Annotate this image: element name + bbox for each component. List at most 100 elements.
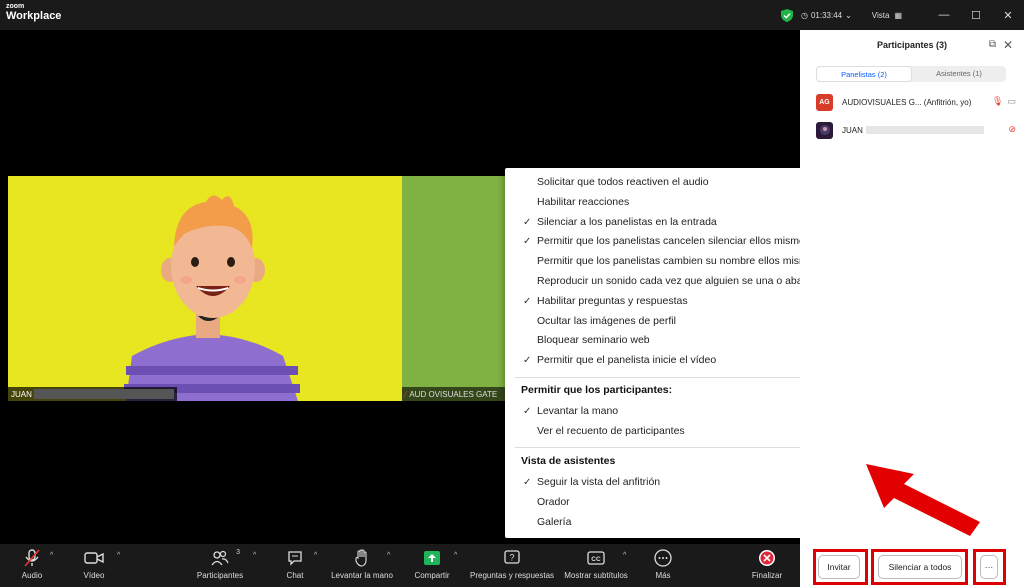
video-button[interactable]: Vídeo xyxy=(76,549,112,580)
timer-text: 01:33:44 xyxy=(810,10,843,20)
audio-label: Audio xyxy=(21,571,43,580)
video-tile-audiovisuales[interactable]: ⁄ AUD OVISUALES GATE xyxy=(402,176,512,401)
panel-tabs: Panelistas (2) Asistentes (1) xyxy=(816,66,1006,82)
captions-label: Mostrar subtítulos xyxy=(564,571,628,580)
minimize-button[interactable]: — xyxy=(928,9,960,21)
avatar-illustration xyxy=(124,195,300,401)
share-options-caret[interactable]: ^ xyxy=(454,552,457,559)
close-icon[interactable]: ✕ xyxy=(1003,38,1013,52)
avatar: AG xyxy=(816,93,833,111)
checkmark-icon: ✓ xyxy=(523,477,532,488)
security-shield-icon[interactable] xyxy=(780,8,793,22)
more-button[interactable]: Más xyxy=(648,549,678,580)
participants-options-caret[interactable]: ^ xyxy=(253,552,256,559)
meeting-timer[interactable]: ◷ 01:33:44 ⌄ xyxy=(801,11,852,20)
menu-item-label: Galería xyxy=(537,515,572,528)
menu-item-label: Levantar la mano xyxy=(537,405,619,417)
checkmark-icon: ✓ xyxy=(523,406,532,417)
close-window-button[interactable]: ✕ xyxy=(992,9,1024,22)
participant-name-tag: ⁄ AUD OVISUALES GATE xyxy=(402,387,512,401)
audio-button[interactable]: Audio xyxy=(14,549,50,580)
highlight-box-more xyxy=(973,549,1006,585)
menu-item-label: Orador xyxy=(537,495,570,508)
more-label: Más xyxy=(655,571,671,580)
annotation-arrow xyxy=(866,464,980,536)
hand-icon xyxy=(355,549,367,567)
redacted-name xyxy=(33,389,174,399)
menu-item-label: Solicitar que todos reactiven el audio xyxy=(537,176,709,188)
logo-big-text: Workplace xyxy=(6,10,62,22)
qa-icon: ? xyxy=(504,550,520,564)
checkmark-icon: ✓ xyxy=(523,216,532,228)
chat-icon xyxy=(288,551,302,566)
video-options-caret[interactable]: ^ xyxy=(117,552,120,559)
highlight-box-mute-all xyxy=(871,549,968,585)
mic-muted-icon xyxy=(24,549,40,567)
menu-item-label: Reproducir un sonido cada vez que alguie… xyxy=(537,275,832,287)
svg-text:?: ? xyxy=(509,553,514,563)
chevron-down-icon: ⌄ xyxy=(845,10,852,20)
participant-row[interactable]: AG AUDIOVISUALES G... (Anfitrión, yo) 🎙 … xyxy=(816,93,1016,111)
end-label: Finalizar xyxy=(751,571,783,580)
mic-muted-icon: ⁄ xyxy=(405,389,407,399)
clock-icon: ◷ xyxy=(800,10,808,20)
participant-name: AUDIOVISUALES G... (Anfitrión, yo) xyxy=(842,97,972,107)
checkmark-icon: ✓ xyxy=(523,295,532,307)
video-label: Vídeo xyxy=(83,571,105,580)
end-button[interactable]: Finalizar xyxy=(748,549,786,580)
chat-options-caret[interactable]: ^ xyxy=(314,552,317,559)
share-button[interactable]: Compartir xyxy=(412,549,452,580)
zoom-window: zoom Workplace ◷ 01:33:44 ⌄ Vista ▦ — ☐ … xyxy=(0,0,1024,587)
view-label: Vista xyxy=(871,10,890,20)
menu-item-label: Permitir que los panelistas cancelen sil… xyxy=(537,235,811,248)
mic-muted-icon[interactable]: 🎙 xyxy=(992,96,1003,107)
tab-panelists[interactable]: Panelistas (2) xyxy=(816,66,912,82)
video-off-icon[interactable]: ⊘ xyxy=(1008,124,1016,135)
menu-item-label: Seguir la vista del anfitrión xyxy=(537,476,661,488)
tile-name-text: AUD OVISUALES GATE xyxy=(409,389,498,399)
qa-label: Preguntas y respuestas xyxy=(470,571,555,580)
closed-captions-icon: CC xyxy=(587,551,605,565)
menu-item-label: Ocultar las imágenes de perfil xyxy=(537,314,676,327)
menu-item-label: Habilitar preguntas y respuestas xyxy=(537,294,688,307)
title-bar: zoom Workplace ◷ 01:33:44 ⌄ Vista ▦ — ☐ … xyxy=(0,0,1024,30)
participants-button[interactable]: 3 Participantes xyxy=(192,549,248,580)
menu-section-title: Vista de asistentes xyxy=(521,455,616,467)
menu-item-label: Bloquear seminario web xyxy=(537,334,650,347)
share-label: Compartir xyxy=(414,571,450,580)
view-button[interactable]: Vista ▦ xyxy=(872,11,902,20)
video-camera-icon xyxy=(84,552,104,564)
menu-item-label: Ver el recuento de participantes xyxy=(537,424,685,437)
checkmark-icon: ✓ xyxy=(523,236,532,248)
participants-icon xyxy=(211,550,229,566)
participant-name-tag: JUAN xyxy=(8,387,177,401)
share-screen-icon xyxy=(424,551,440,565)
redacted-name xyxy=(865,126,984,134)
raise-hand-label: Levantar la mano xyxy=(331,571,393,580)
maximize-button[interactable]: ☐ xyxy=(960,9,992,22)
video-camera-icon[interactable]: ▭ xyxy=(1007,96,1016,107)
raise-hand-options-caret[interactable]: ^ xyxy=(387,552,390,559)
participant-name: JUAN xyxy=(842,125,863,135)
app-logo: zoom Workplace xyxy=(6,3,61,22)
tab-attendees[interactable]: Asistentes (1) xyxy=(912,66,1006,82)
raise-hand-button[interactable]: Levantar la mano xyxy=(330,549,394,580)
highlight-box-invite xyxy=(813,549,868,585)
tile-name-text: JUAN xyxy=(11,389,32,399)
menu-section-title: Permitir que los participantes: xyxy=(521,384,673,396)
captions-options-caret[interactable]: ^ xyxy=(623,552,626,559)
end-meeting-icon xyxy=(759,550,775,566)
qa-button[interactable]: ? Preguntas y respuestas xyxy=(470,549,554,580)
chat-button[interactable]: Chat xyxy=(280,549,310,580)
svg-text:CC: CC xyxy=(591,556,601,563)
pop-out-icon[interactable]: ⧉ xyxy=(989,39,996,50)
menu-item-label: Permitir que el panelista inicie el víde… xyxy=(537,354,717,367)
avatar xyxy=(816,121,833,139)
audio-options-caret[interactable]: ^ xyxy=(50,552,53,559)
participants-label: Participantes xyxy=(196,571,244,580)
participant-row[interactable]: JUAN ⊘ xyxy=(816,121,1016,139)
video-tile-juan[interactable]: JUAN xyxy=(8,176,402,401)
captions-button[interactable]: CC Mostrar subtítulos xyxy=(562,549,630,580)
menu-item-label: Permitir que los panelistas cambien su n… xyxy=(537,255,819,268)
more-dots-icon xyxy=(654,549,672,567)
